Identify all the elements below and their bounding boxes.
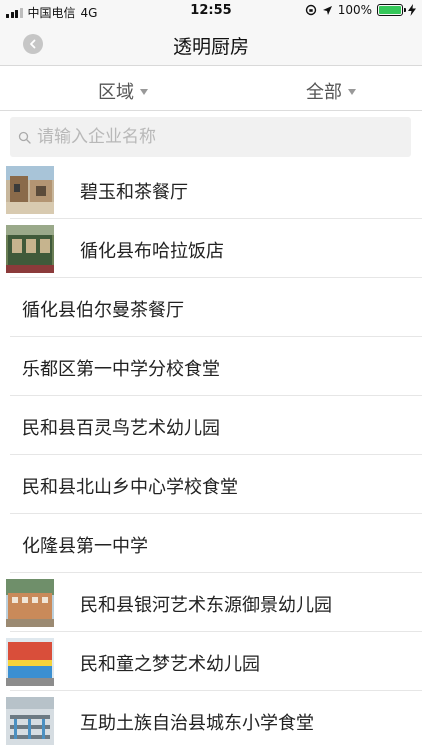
restaurant-name: 化隆县第一中学 (22, 536, 148, 557)
list-item[interactable]: 化隆县第一中学 (0, 514, 422, 573)
charging-bolt-icon (408, 4, 416, 16)
search-box[interactable] (10, 117, 411, 157)
restaurant-name: 乐都区第一中学分校食堂 (22, 359, 220, 380)
caret-down-icon (140, 89, 148, 95)
restaurant-name: 民和县北山乡中心学校食堂 (22, 477, 238, 498)
filter-bar: 区域 全部 (0, 67, 422, 111)
restaurant-photo-thumbnail (6, 697, 54, 745)
category-filter-label: 全部 (306, 82, 342, 103)
restaurant-photo-thumbnail (6, 166, 54, 214)
restaurant-name: 民和童之梦艺术幼儿园 (80, 654, 260, 675)
list-item[interactable]: 乐都区第一中学分校食堂 (0, 337, 422, 396)
lock-rotation-icon (305, 4, 316, 16)
location-arrow-icon (322, 5, 332, 15)
restaurant-photo-thumbnail (6, 638, 54, 686)
restaurant-name: 民和县百灵鸟艺术幼儿园 (22, 418, 220, 439)
restaurant-name: 民和县银河艺术东源御景幼儿园 (80, 595, 332, 616)
nav-bar: 透明厨房 (0, 22, 422, 66)
restaurant-name: 循化县布哈拉饭店 (80, 241, 224, 262)
restaurant-name: 互助土族自治县城东小学食堂 (80, 713, 314, 734)
area-filter-dropdown[interactable]: 区域 (98, 78, 148, 104)
area-filter-label: 区域 (98, 82, 134, 103)
list-item[interactable]: 循化县伯尔曼茶餐厅 (0, 278, 422, 337)
list-item[interactable]: 民和县百灵鸟艺术幼儿园 (0, 396, 422, 455)
restaurant-list: 碧玉和茶餐厅 循化县布哈拉饭店 循化县伯尔曼茶餐厅 乐都区第一中学分校食堂 民和… (0, 160, 422, 750)
list-item[interactable]: 民和县银河艺术东源御景幼儿园 (0, 573, 422, 632)
list-item[interactable]: 民和县北山乡中心学校食堂 (0, 455, 422, 514)
search-input[interactable] (37, 127, 397, 147)
battery-percent: 100% (337, 3, 372, 17)
status-right: 100% (305, 3, 416, 17)
search-icon (18, 131, 31, 144)
caret-down-icon (348, 89, 356, 95)
page-title: 透明厨房 (172, 36, 249, 58)
list-item[interactable]: 循化县布哈拉饭店 (0, 219, 422, 278)
battery-icon (377, 4, 406, 16)
restaurant-photo-thumbnail (6, 225, 54, 273)
restaurant-name: 循化县伯尔曼茶餐厅 (22, 300, 184, 321)
restaurant-photo-thumbnail (6, 579, 54, 627)
list-item[interactable]: 民和童之梦艺术幼儿园 (0, 632, 422, 691)
category-filter-dropdown[interactable]: 全部 (306, 78, 356, 104)
list-item[interactable]: 碧玉和茶餐厅 (0, 160, 422, 219)
restaurant-name: 碧玉和茶餐厅 (80, 182, 188, 203)
list-item[interactable]: 互助土族自治县城东小学食堂 (0, 691, 422, 750)
status-bar: 中国电信 4G 12:55 100% (0, 0, 422, 22)
